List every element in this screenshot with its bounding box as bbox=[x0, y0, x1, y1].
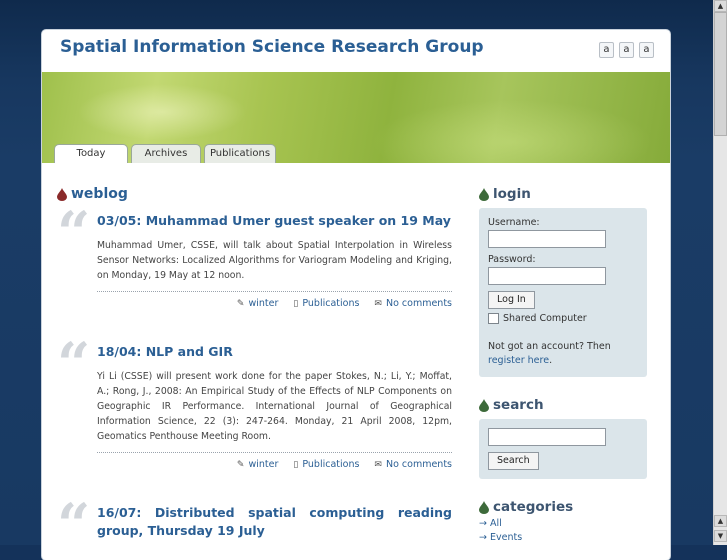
arrow-right-icon: → bbox=[479, 518, 487, 529]
login-button[interactable]: Log In bbox=[488, 291, 535, 309]
no-account-text: Not got an account? Then bbox=[488, 341, 611, 352]
post-author-link[interactable]: ✎ winter bbox=[237, 298, 278, 309]
post-title[interactable]: 03/05: Muhammad Umer guest speaker on 19… bbox=[97, 212, 452, 230]
category-item-events[interactable]: → Events bbox=[479, 532, 647, 543]
post-author: winter bbox=[248, 459, 279, 470]
post-title[interactable]: 18/04: NLP and GIR bbox=[97, 343, 452, 361]
search-input[interactable] bbox=[488, 428, 606, 446]
login-title: login bbox=[493, 186, 531, 202]
category-item-all[interactable]: → All bbox=[479, 518, 647, 529]
pencil-icon: ✎ bbox=[236, 459, 245, 470]
categories-header: categories bbox=[479, 499, 647, 515]
comment-icon: ✉ bbox=[374, 298, 382, 309]
category-label: Events bbox=[490, 532, 523, 543]
post-comments-link[interactable]: ✉ No comments bbox=[374, 298, 452, 309]
post-category: Publications bbox=[302, 298, 360, 309]
shared-computer-checkbox[interactable] bbox=[488, 313, 499, 324]
document-icon: ▯ bbox=[293, 459, 299, 470]
search-button[interactable]: Search bbox=[488, 452, 539, 470]
font-size-medium-button[interactable]: a bbox=[619, 42, 634, 58]
login-header: login bbox=[479, 186, 647, 202]
search-header: search bbox=[479, 397, 647, 413]
post-title[interactable]: 16/07: Distributed spatial computing rea… bbox=[97, 504, 452, 540]
password-label: Password: bbox=[488, 254, 536, 265]
tab-today[interactable]: Today bbox=[54, 144, 128, 163]
post-body: Muhammad Umer, CSSE, will talk about Spa… bbox=[97, 240, 452, 281]
page-container: Spatial Information Science Research Gro… bbox=[42, 30, 670, 560]
post-category-link[interactable]: ▯ Publications bbox=[293, 459, 359, 470]
scroll-up-button[interactable]: ▲ bbox=[714, 0, 727, 12]
quote-icon: “ bbox=[57, 491, 91, 559]
login-box: Username: Password: Log In Shared Comput… bbox=[479, 208, 647, 377]
shared-computer-label: Shared Computer bbox=[503, 313, 587, 324]
categories-title: categories bbox=[493, 499, 574, 515]
search-title: search bbox=[493, 397, 544, 413]
font-size-small-button[interactable]: a bbox=[599, 42, 614, 58]
tab-archives[interactable]: Archives bbox=[131, 144, 201, 163]
drop-icon bbox=[479, 398, 489, 412]
tab-publications[interactable]: Publications bbox=[204, 144, 276, 163]
weblog-header: weblog bbox=[57, 186, 452, 202]
post-meta: ✎ winter ▯ Publications ✉ No comments bbox=[97, 452, 452, 470]
post-category: Publications bbox=[302, 459, 360, 470]
password-input[interactable] bbox=[488, 267, 606, 285]
post: “ 03/05: Muhammad Umer guest speaker on … bbox=[57, 204, 452, 309]
register-suffix: . bbox=[549, 355, 553, 366]
shared-computer-row: Shared Computer bbox=[488, 313, 638, 324]
nav-tabs: Today Archives Publications bbox=[54, 144, 276, 163]
post-comments: No comments bbox=[385, 298, 452, 309]
drop-icon bbox=[479, 187, 489, 201]
username-label: Username: bbox=[488, 217, 540, 228]
site-title[interactable]: Spatial Information Science Research Gro… bbox=[60, 37, 484, 57]
post-author-link[interactable]: ✎ winter bbox=[237, 459, 278, 470]
font-size-controls: a a a bbox=[599, 42, 654, 58]
post-comments-link[interactable]: ✉ No comments bbox=[374, 459, 452, 470]
post: “ 18/04: NLP and GIR Yi Li (CSSE) will p… bbox=[57, 335, 452, 470]
post: “ 16/07: Distributed spatial computing r… bbox=[57, 496, 452, 554]
username-input[interactable] bbox=[488, 230, 606, 248]
category-label: All bbox=[490, 518, 502, 529]
pencil-icon: ✎ bbox=[236, 298, 245, 309]
scroll-down-button[interactable]: ▼ bbox=[714, 530, 727, 542]
search-box: Search bbox=[479, 419, 647, 479]
drop-icon bbox=[479, 500, 489, 514]
post-category-link[interactable]: ▯ Publications bbox=[293, 298, 359, 309]
quote-icon: “ bbox=[57, 199, 91, 267]
font-size-large-button[interactable]: a bbox=[639, 42, 654, 58]
register-prompt: Not got an account? Then register here. bbox=[488, 340, 638, 368]
quote-icon: “ bbox=[57, 330, 91, 398]
sidebar: login Username: Password: Log In Shared … bbox=[479, 186, 647, 543]
scroll-thumb[interactable] bbox=[714, 12, 727, 136]
post-body: Yi Li (CSSE) will present work done for … bbox=[97, 371, 452, 442]
arrow-right-icon: → bbox=[479, 532, 487, 543]
scroll-up-button-lower[interactable]: ▲ bbox=[714, 515, 727, 527]
document-icon: ▯ bbox=[293, 298, 299, 309]
register-link[interactable]: register here bbox=[488, 355, 549, 366]
comment-icon: ✉ bbox=[374, 459, 382, 470]
weblog-column: weblog “ 03/05: Muhammad Umer guest spea… bbox=[57, 186, 452, 554]
post-meta: ✎ winter ▯ Publications ✉ No comments bbox=[97, 291, 452, 309]
vertical-scrollbar[interactable]: ▲ ▲ ▼ bbox=[713, 0, 727, 545]
post-comments: No comments bbox=[385, 459, 452, 470]
post-author: winter bbox=[248, 298, 279, 309]
